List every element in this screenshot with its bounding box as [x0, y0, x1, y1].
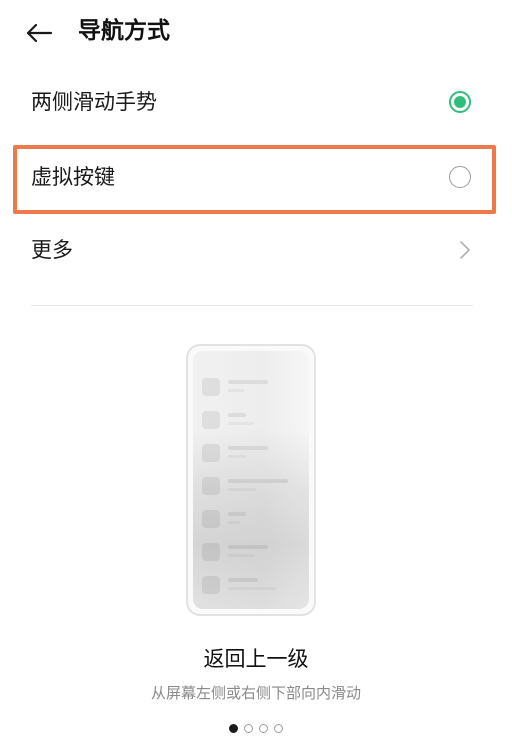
chevron-right-icon — [460, 241, 470, 259]
phone-shade — [193, 351, 309, 609]
option-virtual-keys[interactable]: 虚拟按键 — [0, 146, 512, 208]
page-dot[interactable] — [259, 723, 268, 733]
navigation-mode-page: 导航方式 两侧滑动手势 虚拟按键 更多 返回上一级 从屏幕左侧或右侧下部向内滑动 — [0, 0, 512, 748]
option-more[interactable]: 更多 — [0, 219, 512, 281]
illustration-title: 返回上一级 — [203, 647, 309, 671]
radio-unselected-icon[interactable] — [449, 166, 471, 188]
illustration-subtitle: 从屏幕左侧或右侧下部向内滑动 — [150, 684, 361, 702]
page-dot[interactable] — [244, 723, 253, 733]
header: 导航方式 — [0, 0, 512, 64]
page-dot-active[interactable] — [229, 723, 238, 733]
arrow-left-icon — [26, 23, 53, 43]
page-indicator — [0, 722, 512, 734]
option-label: 更多 — [31, 238, 73, 262]
divider — [31, 305, 473, 306]
phone-illustration — [186, 344, 316, 616]
option-label: 虚拟按键 — [31, 165, 115, 189]
option-swipe-gestures[interactable]: 两侧滑动手势 — [0, 71, 512, 133]
radio-selected-icon[interactable] — [449, 91, 471, 113]
back-button[interactable] — [22, 16, 56, 50]
option-label: 两侧滑动手势 — [31, 90, 157, 114]
page-dot[interactable] — [274, 723, 283, 733]
page-title: 导航方式 — [78, 18, 170, 44]
